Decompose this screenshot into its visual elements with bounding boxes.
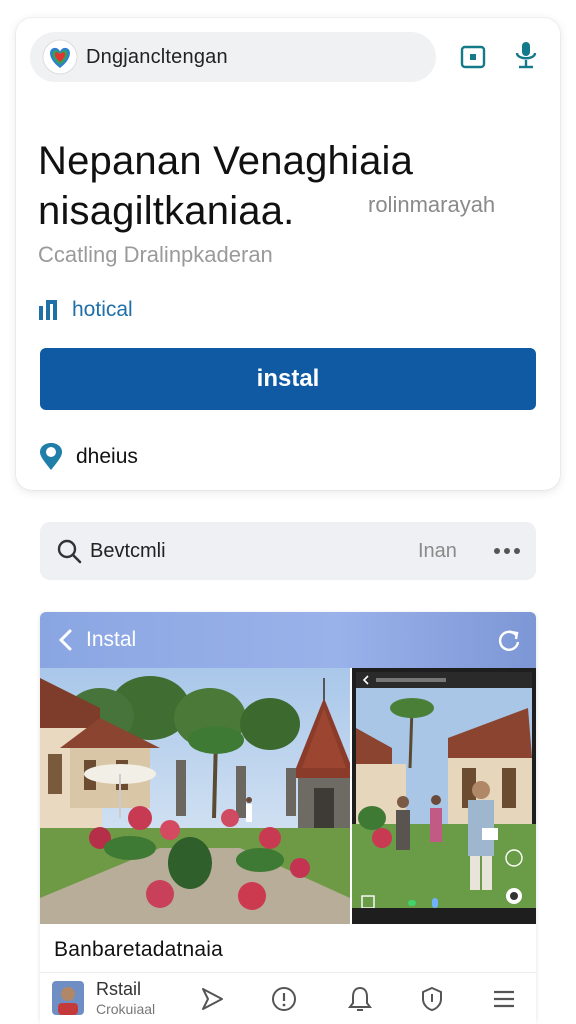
bell-icon[interactable] [346,985,374,1013]
search-pill-text: Dngjancltengan [86,45,228,68]
location-pin-icon [40,443,62,470]
signal-icon [39,300,57,320]
search-pill[interactable]: Dngjancltengan [30,32,436,82]
media-header-label: Instal [86,628,137,651]
media-header: Instal [40,612,536,668]
nav-subtitle: Crokuiaal [96,1001,156,1017]
heart-logo-icon [42,39,78,75]
info-icon[interactable] [270,985,298,1013]
cast-icon[interactable] [460,44,486,70]
subtitle: Ccatling Dralinpkaderan [38,242,273,267]
page-title: Nepanan Venaghiaia nisagiltkaniaa. [38,136,508,236]
app-card: Dngjancltengan Nepanan Venaghiaia nisagi… [16,18,560,490]
location-label: dheius [76,445,138,468]
nav-title: Rstail [96,979,142,999]
feature-label: hotical [72,298,133,321]
search-text: Bevtcmli [90,539,166,562]
search-right-label: Inan [418,539,457,562]
install-button[interactable]: instal [40,348,536,410]
search-icon [57,539,82,564]
phone-preview-image [352,668,536,924]
shield-icon[interactable] [418,985,446,1013]
refresh-icon[interactable] [496,628,522,654]
media-card[interactable]: Instal Banbaretadatnaia [40,612,536,1024]
location-row[interactable]: dheius [38,442,138,472]
back-chevron-icon[interactable] [56,628,74,652]
temple-photo [40,668,350,924]
microphone-icon[interactable] [512,40,540,70]
headline-side-text: rolinmarayah [368,192,496,217]
page-title-line-1: Nepanan Venaghiaia [38,139,414,183]
avatar[interactable] [52,981,84,1015]
menu-icon[interactable] [490,985,518,1013]
search-bar[interactable]: Bevtcmli Inan [40,522,536,580]
more-dots-icon[interactable] [492,546,522,556]
media-caption: Banbaretadatnaia [54,938,224,961]
send-icon[interactable] [198,985,226,1013]
feature-row: hotical [38,298,133,322]
bottom-nav: Rstail Crokuiaal [40,972,536,1024]
